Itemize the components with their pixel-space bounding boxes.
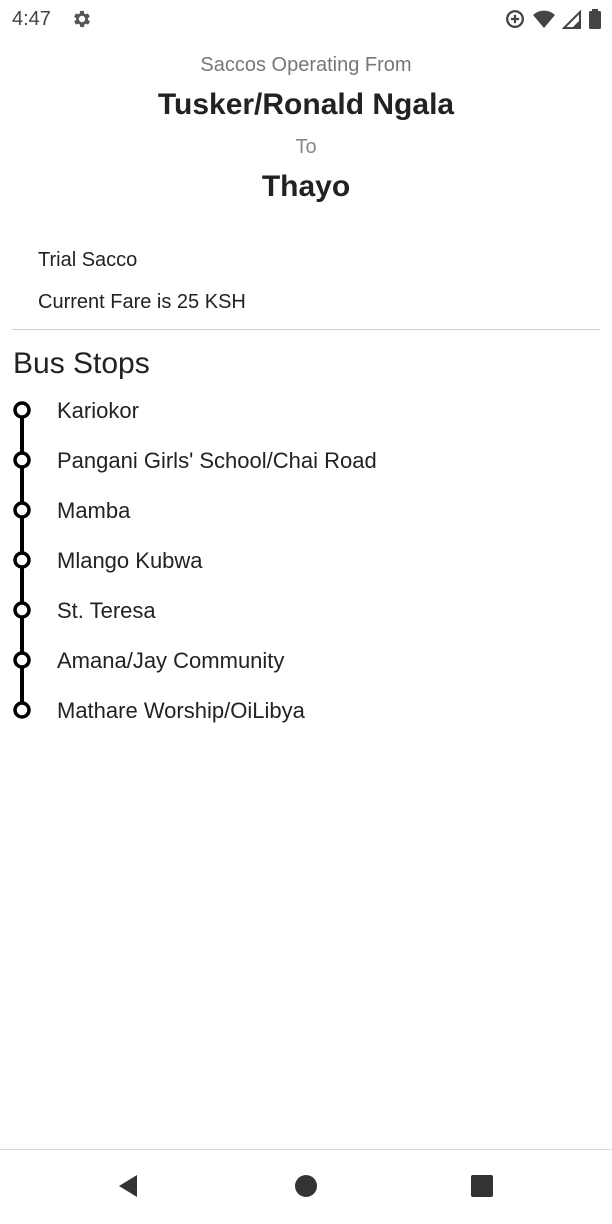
recents-button[interactable]: [464, 1170, 500, 1206]
bus-stops-heading: Bus Stops: [13, 347, 150, 380]
destination-title: Thayo: [261, 170, 351, 203]
divider: [12, 329, 600, 330]
status-icons: [504, 8, 602, 30]
status-bar: 4:47: [0, 0, 612, 40]
bus-stop-item[interactable]: Mathare Worship/OiLibya: [57, 696, 305, 726]
bus-stop-item[interactable]: Mamba: [57, 496, 130, 526]
origin-title: Tusker/Ronald Ngala: [157, 88, 455, 121]
recents-icon: [469, 1173, 495, 1204]
bus-stop-item[interactable]: Pangani Girls' School/Chai Road: [57, 446, 377, 476]
bus-stop-item[interactable]: Amana/Jay Community: [57, 646, 284, 676]
cell-signal-icon: [562, 8, 582, 30]
current-fare: Current Fare is 25 KSH: [38, 291, 246, 313]
back-button[interactable]: [110, 1170, 146, 1206]
wifi-icon: [532, 8, 556, 30]
bus-stop-item[interactable]: Mlango Kubwa: [57, 546, 203, 576]
bus-stop-item[interactable]: Kariokor: [57, 396, 139, 426]
to-label: To: [295, 136, 317, 158]
battery-icon: [588, 8, 602, 30]
home-icon: [293, 1173, 319, 1204]
bus-stop-item[interactable]: St. Teresa: [57, 596, 156, 626]
route-line-icon: [13, 398, 33, 727]
data-saver-icon: [504, 8, 526, 30]
status-time: 4:47: [12, 8, 51, 30]
sacco-name[interactable]: Trial Sacco: [38, 249, 137, 272]
back-icon: [115, 1173, 141, 1204]
navigation-bar: [0, 1150, 612, 1224]
settings-icon: [71, 8, 93, 30]
home-button[interactable]: [288, 1170, 324, 1206]
screen: 4:47 Saccos Operating From Tusker/Ronald…: [0, 0, 612, 1224]
route-subtitle: Saccos Operating From: [200, 54, 412, 76]
